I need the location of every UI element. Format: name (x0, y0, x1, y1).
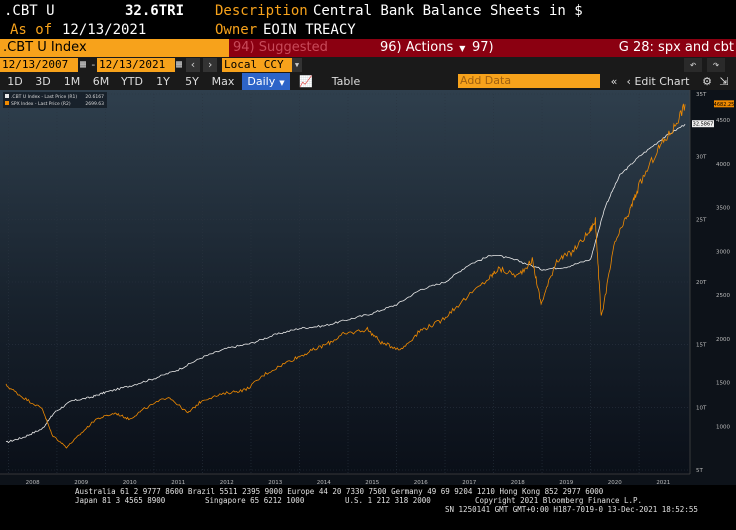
owner-label: Owner (215, 22, 258, 38)
menu-bar: .CBT U Index 94) Suggested Charts 96) Ac… (0, 39, 736, 73)
period-1y[interactable]: 1Y (150, 73, 176, 90)
date-separator: - (90, 58, 97, 71)
ticker-value: 32.6TRI (125, 3, 185, 19)
line-chart-icon[interactable]: 📈 (296, 73, 316, 90)
add-data-input[interactable]: Add Data (458, 74, 600, 88)
r1-tick-label: 30T (696, 155, 707, 161)
edit-menu[interactable]: 97) Edit▼ (472, 39, 532, 73)
period-6m[interactable]: 6M (88, 73, 114, 90)
undo-icon[interactable]: ↶ (684, 58, 702, 72)
end-date-input[interactable]: 12/13/2021 (97, 58, 175, 72)
period-max[interactable]: Max (208, 73, 238, 90)
actions-label: 96) Actions (380, 40, 454, 55)
r2-tick-label: 2000 (716, 337, 730, 343)
footer-singapore: Singapore 65 6212 1000 (205, 496, 305, 505)
currency-select[interactable]: Local CCY (222, 58, 292, 72)
legend-value: 2699.63 (85, 101, 104, 107)
r2-tick-label: 3000 (716, 249, 730, 255)
footer-session: SN 1250141 GMT GMT+0:00 H187-7019-0 13-D… (445, 505, 698, 514)
r1-tick-label: 20T (696, 280, 707, 286)
calendar-icon[interactable]: ▦ (80, 58, 88, 72)
legend: .CBT U Index - Last Price (R1) 20.6167 SPX… (3, 92, 107, 108)
next-icon[interactable]: › (203, 58, 217, 72)
r2-tick-label: 1500 (716, 381, 730, 387)
redo-icon[interactable]: ↷ (707, 58, 725, 72)
r1-tick-label: 5T (696, 468, 703, 474)
chevron-down-icon[interactable]: ▼ (292, 58, 302, 72)
suggested-charts-menu[interactable]: 94) Suggested Charts (233, 39, 373, 73)
table-button[interactable]: Table (326, 73, 366, 90)
legend-label: .CBT U Index - Last Price (R1) (11, 94, 77, 100)
r1-tick-label: 15T (696, 343, 707, 349)
legend-swatch (5, 94, 9, 98)
r1-tick-label: 10T (696, 405, 707, 411)
r2-tick-label: 2500 (716, 293, 730, 299)
asof-value: 12/13/2021 (62, 22, 147, 38)
spx-last-value: 4682.25 (714, 102, 735, 108)
price-chart[interactable]: 2008 2009 2010 2011 2012 2013 2014 2015 2016 2017… (0, 90, 736, 485)
period-3d[interactable]: 3D (30, 73, 56, 90)
actions-menu[interactable]: 96) Actions ▼ (380, 39, 466, 57)
footer-contacts: Australia 61 2 9777 8600 Brazil 5511 239… (75, 487, 604, 496)
cbt-last-value: 32.5867 (693, 122, 714, 128)
period-ytd[interactable]: YTD (116, 73, 148, 90)
date-controls: 12/13/2007 ▦ - 12/13/2021 ▦ ‹ › Local CC… (0, 57, 736, 73)
security-field[interactable]: .CBT U Index (0, 39, 229, 57)
ticker: .CBT U (4, 3, 55, 19)
footer-us: U.S. 1 212 318 2000 (345, 496, 431, 505)
legend-label: SPX Index - Last Price (R2) (11, 101, 71, 107)
period-5y[interactable]: 5Y (178, 73, 206, 90)
edit-chart-button[interactable]: ‹ Edit Chart (624, 73, 692, 90)
r2-tick-label: 3500 (716, 206, 730, 212)
description-value: Central Bank Balance Sheets in $ (313, 3, 583, 19)
period-1d[interactable]: 1D (2, 73, 28, 90)
header-row-1: .CBT U 32.6TRI Description Central Bank … (0, 0, 736, 22)
r1-tick-label: 25T (696, 217, 707, 223)
header-row-2: As of 12/13/2021 Owner EOIN TREACY (0, 22, 736, 39)
settings-icon[interactable]: ⚙ (700, 73, 714, 90)
owner-value: EOIN TREACY (263, 22, 356, 38)
r1-tick-label: 35T (696, 92, 707, 98)
collapse-icon[interactable]: « (606, 73, 622, 90)
period-1m[interactable]: 1M (58, 73, 86, 90)
edit-chart-label: Edit Chart (634, 75, 690, 88)
r2-tick-label: 1000 (716, 424, 730, 430)
description-label: Description (215, 3, 308, 19)
frequency-label: Daily (247, 75, 276, 88)
r2-tick-label: 4500 (716, 118, 730, 124)
footer: Australia 61 2 9777 8600 Brazil 5511 239… (0, 485, 736, 530)
chart-title: G 28: spx and cbt (618, 40, 734, 55)
legend-swatch (5, 101, 9, 105)
frequency-select[interactable]: Daily ▼ (242, 73, 290, 90)
start-date-input[interactable]: 12/13/2007 (0, 58, 78, 72)
footer-copyright: Copyright 2021 Bloomberg Finance L.P. (475, 496, 643, 505)
chart-toolbar: 1D 3D 1M 6M YTD 1Y 5Y Max Daily ▼ 📈 Table… (0, 73, 736, 91)
export-icon[interactable]: ⇲ (716, 73, 732, 90)
calendar-icon[interactable]: ▦ (176, 58, 184, 72)
chevron-down-icon: ▼ (459, 44, 466, 53)
asof-label: As of (10, 22, 53, 38)
r2-tick-label: 4000 (716, 162, 730, 168)
prev-icon[interactable]: ‹ (186, 58, 200, 72)
chevron-down-icon: ▼ (279, 79, 285, 87)
legend-value: 20.6167 (85, 94, 104, 100)
footer-japan: Japan 81 3 4565 8900 (75, 496, 166, 505)
